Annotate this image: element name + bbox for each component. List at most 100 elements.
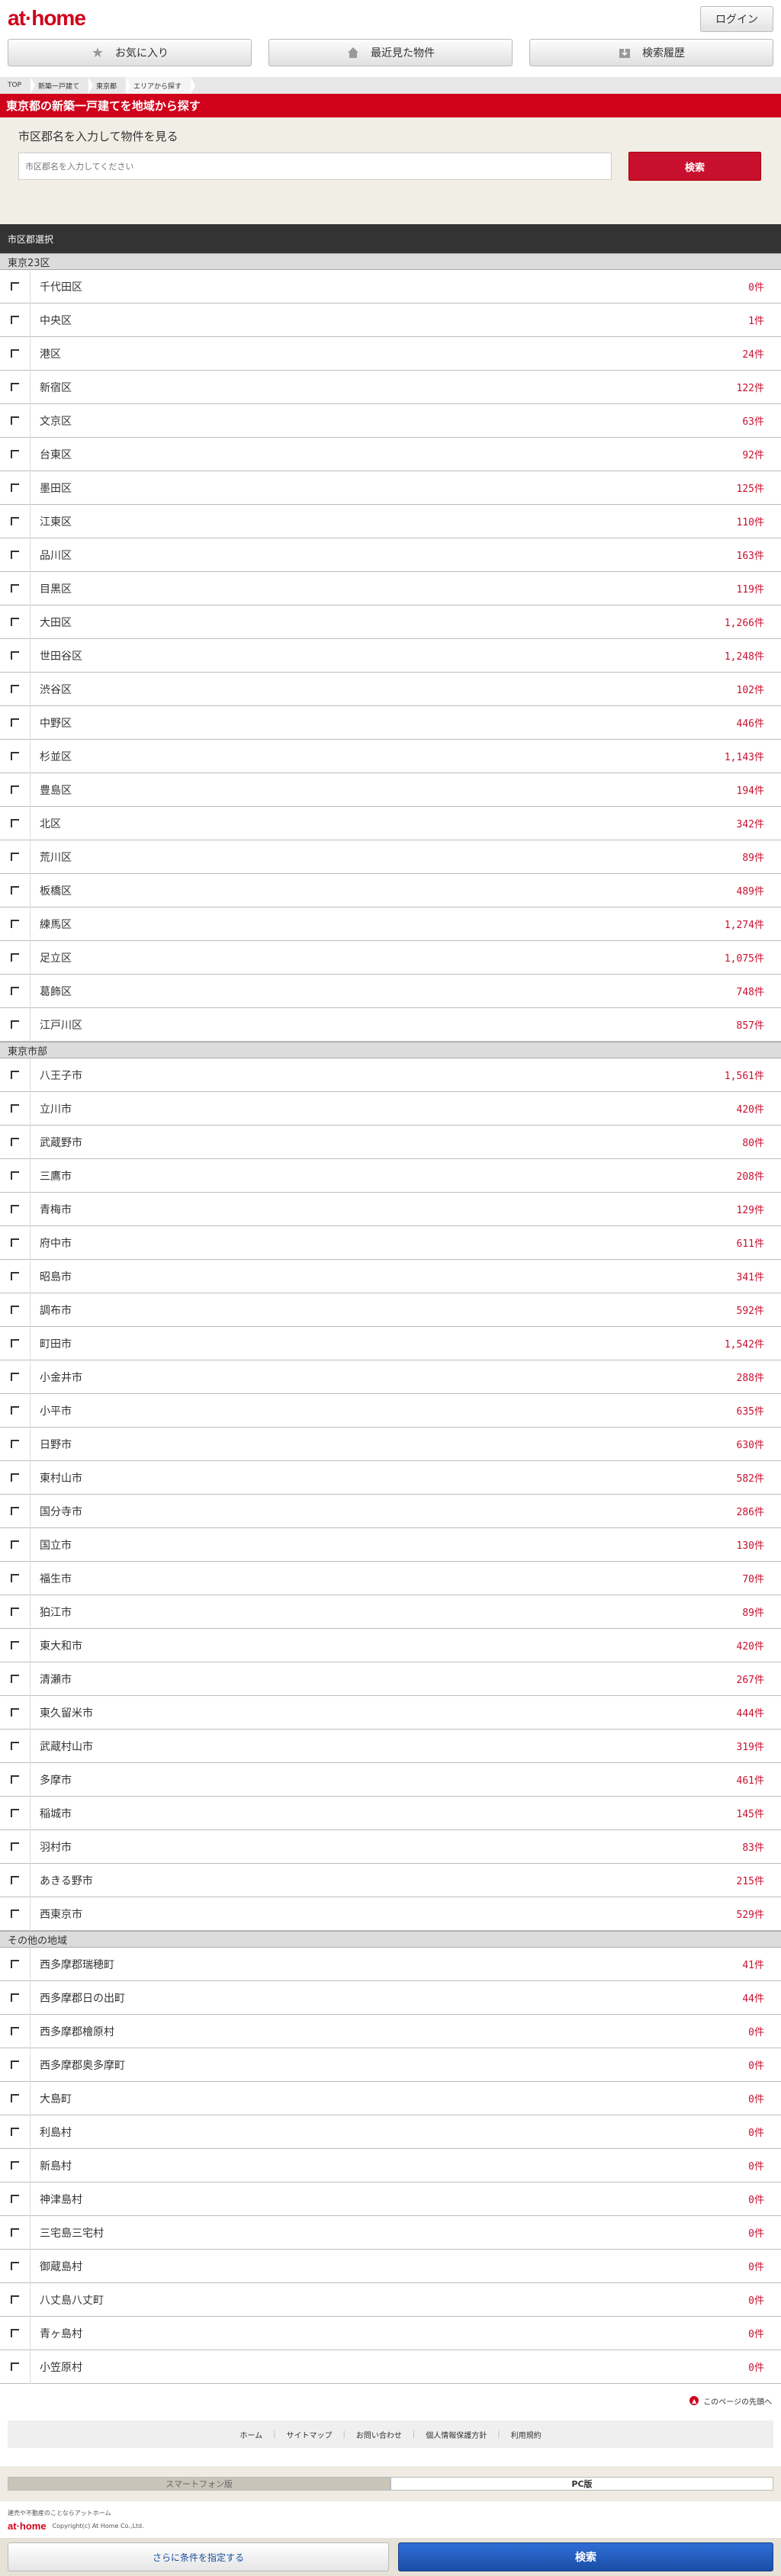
city-checkbox[interactable]: [0, 1561, 31, 1595]
city-row[interactable]: 国分寺市 286件: [0, 1494, 781, 1528]
city-checkbox[interactable]: [0, 672, 31, 706]
city-row[interactable]: 立川市 420件: [0, 1091, 781, 1126]
city-checkbox[interactable]: [0, 471, 31, 505]
city-row[interactable]: 武蔵村山市 319件: [0, 1729, 781, 1763]
city-row[interactable]: 板橋区 489件: [0, 873, 781, 907]
bottom-search-button[interactable]: 検索: [398, 2542, 773, 2571]
city-checkbox[interactable]: [0, 940, 31, 975]
city-search-button[interactable]: 検索: [628, 152, 761, 181]
city-row[interactable]: 昭島市 341件: [0, 1259, 781, 1293]
footer-link-privacy[interactable]: 個人情報保護方針: [426, 2429, 487, 2440]
breadcrumb-new-house[interactable]: 新築一戸建て: [31, 77, 94, 94]
footer-link-terms[interactable]: 利用規約: [511, 2429, 542, 2440]
city-row[interactable]: 神津島村 0件: [0, 2182, 781, 2216]
city-row[interactable]: 目黒区 119件: [0, 571, 781, 605]
city-row[interactable]: 東久留米市 444件: [0, 1695, 781, 1730]
city-search-input[interactable]: [18, 153, 612, 180]
city-checkbox[interactable]: [0, 739, 31, 773]
more-conditions-button[interactable]: さらに条件を指定する: [8, 2542, 389, 2571]
city-row[interactable]: 新宿区 122件: [0, 370, 781, 404]
footer-link-sitemap[interactable]: サイトマップ: [286, 2429, 332, 2440]
city-checkbox[interactable]: [0, 2350, 31, 2384]
city-row[interactable]: あきる野市 215件: [0, 1863, 781, 1897]
city-checkbox[interactable]: [0, 1225, 31, 1260]
city-checkbox[interactable]: [0, 873, 31, 907]
city-row[interactable]: 小平市 635件: [0, 1393, 781, 1428]
city-row[interactable]: 国立市 130件: [0, 1527, 781, 1562]
city-checkbox[interactable]: [0, 1595, 31, 1629]
pc-version-toggle[interactable]: PC版: [390, 2477, 773, 2491]
city-checkbox[interactable]: [0, 437, 31, 471]
city-checkbox[interactable]: [0, 1427, 31, 1461]
city-row[interactable]: 大島町 0件: [0, 2081, 781, 2115]
city-checkbox[interactable]: [0, 2316, 31, 2350]
city-checkbox[interactable]: [0, 705, 31, 740]
recently-viewed-button[interactable]: 最近見た物件: [268, 39, 513, 66]
city-row[interactable]: 西多摩郡檜原村 0件: [0, 2014, 781, 2048]
city-row[interactable]: 江東区 110件: [0, 504, 781, 538]
city-row[interactable]: 三鷹市 208件: [0, 1158, 781, 1193]
city-checkbox[interactable]: [0, 370, 31, 404]
city-row[interactable]: 大田区 1,266件: [0, 605, 781, 639]
city-checkbox[interactable]: [0, 2115, 31, 2149]
city-checkbox[interactable]: [0, 504, 31, 538]
city-checkbox[interactable]: [0, 2249, 31, 2283]
city-checkbox[interactable]: [0, 1762, 31, 1797]
city-row[interactable]: 青梅市 129件: [0, 1192, 781, 1226]
city-checkbox[interactable]: [0, 1360, 31, 1394]
city-checkbox[interactable]: [0, 2282, 31, 2317]
city-checkbox[interactable]: [0, 1897, 31, 1931]
city-checkbox[interactable]: [0, 1494, 31, 1528]
city-checkbox[interactable]: [0, 1091, 31, 1126]
city-checkbox[interactable]: [0, 2014, 31, 2048]
city-checkbox[interactable]: [0, 1326, 31, 1360]
footer-link-home[interactable]: ホーム: [239, 2429, 262, 2440]
city-row[interactable]: 新島村 0件: [0, 2148, 781, 2183]
city-row[interactable]: 練馬区 1,274件: [0, 907, 781, 941]
city-checkbox[interactable]: [0, 1829, 31, 1864]
city-row[interactable]: 港区 24件: [0, 336, 781, 371]
city-row[interactable]: 西多摩郡日の出町 44件: [0, 1980, 781, 2015]
city-row[interactable]: 荒川区 89件: [0, 840, 781, 874]
search-history-button[interactable]: 検索履歴: [529, 39, 773, 66]
city-checkbox[interactable]: [0, 1007, 31, 1042]
smartphone-version-toggle[interactable]: スマートフォン版: [8, 2477, 390, 2491]
city-checkbox[interactable]: [0, 571, 31, 605]
city-row[interactable]: 西多摩郡奥多摩町 0件: [0, 2048, 781, 2082]
city-checkbox[interactable]: [0, 538, 31, 572]
athome-logo[interactable]: at·home: [8, 6, 86, 31]
city-row[interactable]: 調布市 592件: [0, 1293, 781, 1327]
city-checkbox[interactable]: [0, 605, 31, 639]
city-checkbox[interactable]: [0, 1695, 31, 1730]
favorites-button[interactable]: ★ お気に入り: [8, 39, 252, 66]
city-checkbox[interactable]: [0, 303, 31, 337]
city-row[interactable]: 三宅島三宅村 0件: [0, 2215, 781, 2250]
city-checkbox[interactable]: [0, 1259, 31, 1293]
city-row[interactable]: 杉並区 1,143件: [0, 739, 781, 773]
breadcrumb-tokyo[interactable]: 東京都: [88, 77, 131, 94]
city-row[interactable]: 稲城市 145件: [0, 1796, 781, 1830]
city-row[interactable]: 東大和市 420件: [0, 1628, 781, 1662]
city-checkbox[interactable]: [0, 2215, 31, 2250]
city-row[interactable]: 葛飾区 748件: [0, 974, 781, 1008]
city-checkbox[interactable]: [0, 638, 31, 673]
pagetop-link[interactable]: ▲ このページの先頭へ: [0, 2384, 781, 2417]
city-row[interactable]: 中野区 446件: [0, 705, 781, 740]
city-checkbox[interactable]: [0, 1125, 31, 1159]
city-checkbox[interactable]: [0, 2081, 31, 2115]
city-checkbox[interactable]: [0, 1293, 31, 1327]
city-checkbox[interactable]: [0, 772, 31, 807]
city-row[interactable]: 八丈島八丈町 0件: [0, 2282, 781, 2317]
login-button[interactable]: ログイン: [700, 6, 773, 32]
city-checkbox[interactable]: [0, 1796, 31, 1830]
city-checkbox[interactable]: [0, 907, 31, 941]
city-checkbox[interactable]: [0, 2148, 31, 2183]
city-checkbox[interactable]: [0, 1947, 31, 1981]
city-row[interactable]: 墨田区 125件: [0, 471, 781, 505]
city-row[interactable]: 文京区 63件: [0, 403, 781, 438]
city-row[interactable]: 清瀬市 267件: [0, 1662, 781, 1696]
city-checkbox[interactable]: [0, 1393, 31, 1428]
city-row[interactable]: 青ヶ島村 0件: [0, 2316, 781, 2350]
city-checkbox[interactable]: [0, 2048, 31, 2082]
footer-link-contact[interactable]: お問い合わせ: [356, 2429, 402, 2440]
